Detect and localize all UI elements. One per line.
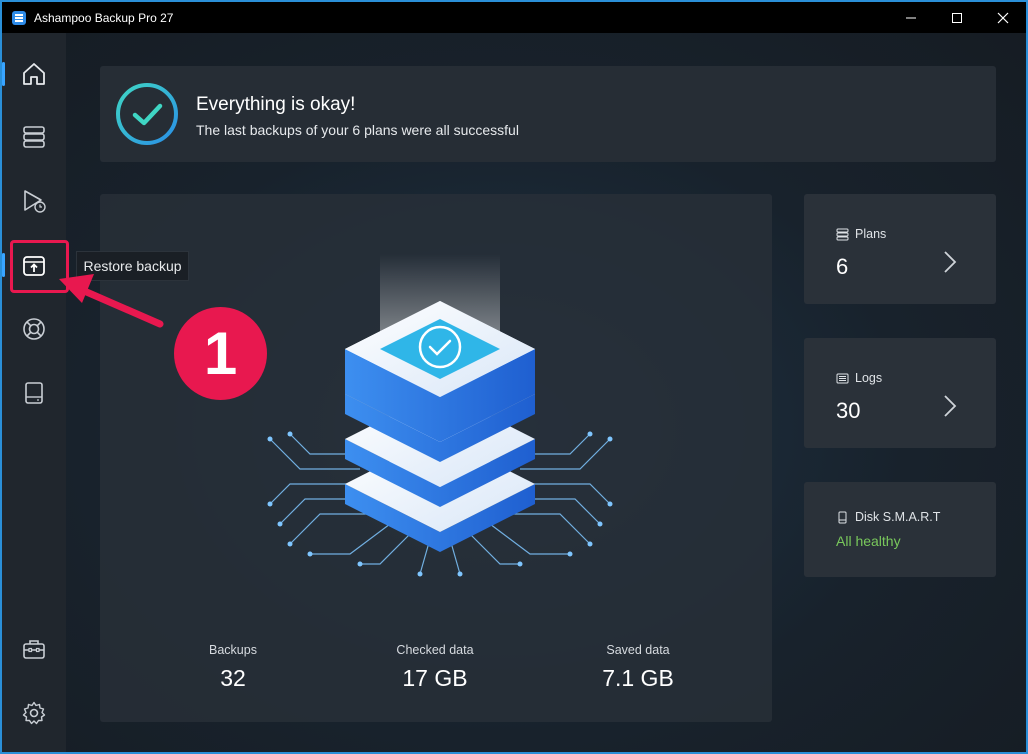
- logs-card-header: Logs: [836, 371, 882, 385]
- stat-backups-label: Backups: [209, 643, 257, 657]
- toolbox-icon: [23, 640, 45, 659]
- check-circle-icon: [116, 83, 178, 145]
- sidebar-item-settings[interactable]: [2, 689, 66, 737]
- sidebar-item-home[interactable]: [2, 50, 66, 98]
- stat-backups-value: 32: [220, 665, 246, 691]
- disk-health-status: All healthy: [836, 533, 901, 549]
- active-indicator: [2, 62, 5, 86]
- stack-small-icon: [836, 228, 849, 240]
- list-icon: [836, 373, 849, 383]
- sidebar-item-backup-now[interactable]: [2, 177, 66, 225]
- window-title: Ashampoo Backup Pro 27: [34, 10, 174, 25]
- sidebar-item-toolbox[interactable]: [2, 625, 66, 673]
- plans-card-label: Plans: [855, 227, 887, 241]
- stat-checked-data: Checked data 17 GB: [355, 643, 515, 692]
- close-icon: [997, 12, 1009, 23]
- disk-card-header: Disk S.M.A.R.T: [836, 510, 940, 524]
- overview-card: Backups 32 Checked data 17 GB Saved data…: [100, 194, 772, 722]
- stack-icon: [23, 126, 45, 148]
- plans-card-value: 6: [836, 254, 849, 279]
- stat-checked-label: Checked data: [396, 643, 474, 657]
- hover-indicator: [2, 253, 5, 277]
- app-window: Ashampoo Backup Pro 27 Everything is oka…: [0, 0, 1028, 754]
- status-title: Everything is okay!: [196, 94, 356, 115]
- logs-card-label: Logs: [855, 371, 883, 385]
- plans-card-header: Plans: [836, 227, 886, 241]
- lifebuoy-icon: [23, 318, 45, 340]
- stat-backups: Backups 32: [153, 643, 313, 692]
- maximize-button[interactable]: [934, 2, 980, 33]
- sidebar: [2, 33, 66, 752]
- logs-card-value: 30: [836, 398, 861, 423]
- chevron-right-icon: [944, 395, 957, 417]
- title-bar: Ashampoo Backup Pro 27: [2, 2, 1026, 33]
- chevron-right-icon: [944, 251, 957, 273]
- sidebar-item-support[interactable]: [2, 305, 66, 353]
- sidebar-item-drive[interactable]: [2, 369, 66, 417]
- disk-smart-card[interactable]: Disk S.M.A.R.T All healthy: [804, 482, 996, 577]
- annotation-highlight-box: [10, 240, 69, 293]
- app-logo-icon: [12, 10, 26, 25]
- status-subtitle: The last backups of your 6 plans were al…: [196, 122, 519, 138]
- stat-checked-value: 17 GB: [402, 665, 468, 691]
- disk-card-label: Disk S.M.A.R.T: [855, 510, 941, 524]
- stat-saved-data: Saved data 7.1 GB: [558, 643, 718, 692]
- stat-saved-value: 7.1 GB: [602, 665, 674, 691]
- close-button[interactable]: [980, 2, 1026, 33]
- minimize-button[interactable]: [888, 2, 934, 33]
- server-illustration: [267, 254, 613, 577]
- plans-card[interactable]: Plans 6: [804, 194, 996, 304]
- status-card: Everything is okay! The last backups of …: [100, 66, 996, 162]
- drive-small-icon: [838, 511, 847, 523]
- annotation-step-badge: 1: [174, 307, 267, 400]
- minimize-icon: [906, 17, 916, 18]
- stat-saved-label: Saved data: [606, 643, 670, 657]
- play-clock-icon: [24, 190, 46, 213]
- gear-icon: [22, 701, 46, 725]
- restore-backup-tooltip: Restore backup: [76, 251, 189, 281]
- drive-icon: [25, 382, 43, 404]
- home-icon: [23, 63, 45, 85]
- maximize-icon: [952, 12, 962, 23]
- sidebar-item-plans[interactable]: [2, 113, 66, 161]
- logs-card[interactable]: Logs 30: [804, 338, 996, 448]
